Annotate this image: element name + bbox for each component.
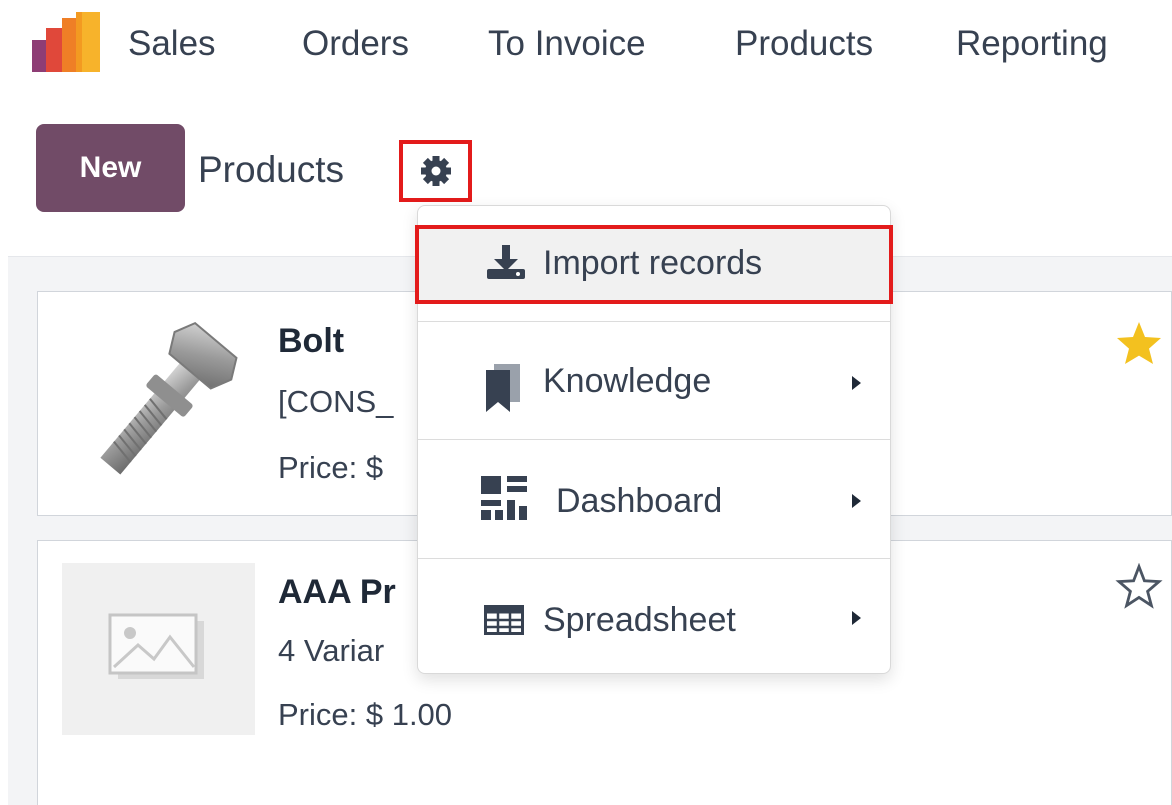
caret-right-icon: [852, 376, 861, 390]
menu-item-import-records[interactable]: Import records: [415, 225, 893, 304]
page-title: Products: [198, 149, 345, 190]
nav-to-invoice[interactable]: To Invoice: [488, 22, 646, 66]
download-icon: [487, 245, 525, 279]
menu-item-label: Dashboard: [556, 482, 723, 520]
sales-app-logo[interactable]: [32, 12, 102, 74]
menu-item-dashboard[interactable]: Dashboard: [418, 442, 890, 557]
nav-products[interactable]: Products: [735, 22, 873, 66]
actions-gear-button[interactable]: [399, 140, 472, 202]
nav-orders[interactable]: Orders: [302, 22, 409, 66]
bolt-image: [100, 321, 238, 475]
product-name: AAA Pr: [278, 573, 396, 611]
product-variants: 4 Variar: [278, 633, 385, 668]
image-placeholder: [62, 563, 255, 735]
dashboard-icon: [481, 476, 527, 520]
table-icon: [484, 605, 524, 635]
favorite-star-icon[interactable]: [1115, 320, 1163, 366]
menu-item-label: Spreadsheet: [543, 601, 736, 639]
new-button[interactable]: New: [36, 124, 185, 212]
gear-icon: [421, 156, 451, 186]
product-name: Bolt: [278, 322, 345, 360]
product-reference: [CONS_: [278, 384, 394, 419]
menu-divider: [418, 321, 890, 322]
bookmark-icon: [486, 364, 520, 412]
image-placeholder-icon: [108, 613, 204, 679]
nav-app-sales[interactable]: Sales: [128, 22, 216, 66]
favorite-star-empty-icon[interactable]: [1115, 563, 1163, 609]
menu-item-label: Import records: [543, 244, 763, 282]
menu-divider: [418, 439, 890, 440]
menu-divider: [418, 558, 890, 559]
menu-item-knowledge[interactable]: Knowledge: [418, 324, 890, 438]
product-price: Price: $: [278, 450, 384, 485]
product-price: Price: $ 1.00: [278, 697, 453, 732]
nav-reporting[interactable]: Reporting: [956, 22, 1108, 66]
caret-right-icon: [852, 611, 861, 625]
menu-item-label: Knowledge: [543, 362, 712, 400]
caret-right-icon: [852, 494, 861, 508]
top-navbar: Sales Orders To Invoice Products Reporti…: [0, 0, 1172, 90]
menu-item-spreadsheet[interactable]: Spreadsheet: [418, 561, 890, 673]
